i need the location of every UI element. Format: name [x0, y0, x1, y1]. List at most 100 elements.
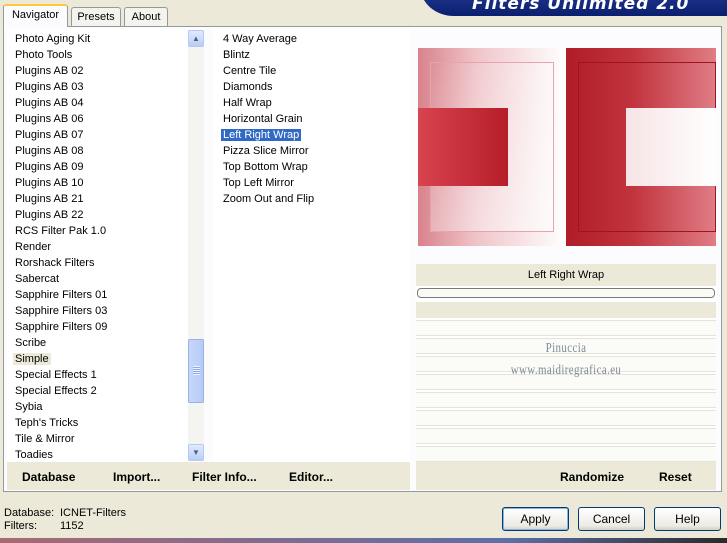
category-item[interactable]: Plugins AB 02	[7, 63, 204, 79]
chevron-down-icon[interactable]: ▼	[188, 444, 204, 461]
parameter-row	[416, 446, 716, 462]
filters-count: 1152	[60, 520, 84, 532]
apply-button[interactable]: Apply	[502, 507, 569, 531]
filter-item-label: Left Right Wrap	[221, 129, 302, 141]
category-item[interactable]: Sapphire Filters 09	[7, 319, 204, 335]
category-item[interactable]: Special Effects 1	[7, 367, 204, 383]
parameter-row	[416, 428, 716, 444]
randomize-button[interactable]: Randomize	[560, 470, 624, 484]
filter-item[interactable]: Horizontal Grain	[213, 111, 410, 127]
watermark: Pinuccia www.maidiregrafica.eu	[416, 338, 716, 382]
app-title: Filters Unlimited 2.0	[472, 0, 690, 14]
parameter-row	[416, 320, 716, 336]
category-item-label: Plugins AB 10	[15, 177, 84, 189]
right-link-bar: Randomize Reset	[416, 462, 716, 490]
category-item[interactable]: Plugins AB 21	[7, 191, 204, 207]
filter-item[interactable]: Pizza Slice Mirror	[213, 143, 410, 159]
category-item[interactable]: Rorshack Filters	[7, 255, 204, 271]
category-item[interactable]: Plugins AB 07	[7, 127, 204, 143]
left-link-bar: Database Import... Filter Info... Editor…	[7, 462, 410, 490]
category-item[interactable]: Sapphire Filters 03	[7, 303, 204, 319]
filter-item[interactable]: Half Wrap	[213, 95, 410, 111]
filter-name-label: Left Right Wrap	[416, 264, 716, 286]
database-button[interactable]: Database	[22, 470, 75, 484]
category-item[interactable]: Plugins AB 04	[7, 95, 204, 111]
category-item-label: Plugins AB 09	[15, 161, 84, 173]
category-item[interactable]: Sabercat	[7, 271, 204, 287]
category-item[interactable]: Plugins AB 10	[7, 175, 204, 191]
category-item[interactable]: Simple	[7, 351, 204, 367]
reset-button[interactable]: Reset	[659, 470, 692, 484]
watermark-url: www.maidiregrafica.eu	[510, 363, 622, 378]
category-item[interactable]: Render	[7, 239, 204, 255]
filter-item-label: Half Wrap	[223, 97, 272, 109]
preview-square	[626, 108, 716, 186]
import-button[interactable]: Import...	[113, 470, 160, 484]
category-list[interactable]: Photo Aging Kit Photo Tools Plugins AB 02 P…	[7, 29, 204, 462]
filter-item[interactable]: Centre Tile	[213, 63, 410, 79]
category-item[interactable]: Photo Aging Kit	[7, 31, 204, 47]
filters-label: Filters:	[4, 520, 37, 532]
category-scrollbar[interactable]: ▲ ▼	[188, 30, 204, 461]
category-item-label: Photo Aging Kit	[15, 33, 91, 45]
filter-info-button[interactable]: Filter Info...	[192, 470, 257, 484]
tab-about[interactable]: About	[124, 7, 168, 27]
category-item[interactable]: Scribe	[7, 335, 204, 351]
parameter-slider[interactable]	[417, 288, 715, 298]
filter-item[interactable]: 4 Way Average	[213, 31, 410, 47]
category-item-label: Sapphire Filters 01	[15, 289, 108, 301]
editor-button[interactable]: Editor...	[289, 470, 333, 484]
filter-item-label: Top Bottom Wrap	[223, 161, 308, 173]
filter-item[interactable]: Left Right Wrap	[213, 127, 410, 143]
category-item[interactable]: Sapphire Filters 01	[7, 287, 204, 303]
category-item[interactable]: Plugins AB 22	[7, 207, 204, 223]
filter-item-label: Horizontal Grain	[223, 113, 303, 125]
filter-list[interactable]: 4 Way Average Blintz Centre Tile Diamonds Ha…	[213, 29, 410, 462]
category-item[interactable]: Special Effects 2	[7, 383, 204, 399]
status-filters: Filters: 1152	[4, 520, 84, 533]
category-item[interactable]: Photo Tools	[7, 47, 204, 63]
category-item[interactable]: Plugins AB 03	[7, 79, 204, 95]
filter-item-label: Centre Tile	[223, 65, 277, 77]
category-item-label: Plugins AB 04	[15, 97, 84, 109]
database-value: ICNET-Filters	[60, 507, 126, 519]
category-item-label: Plugins AB 22	[15, 209, 84, 221]
filter-item[interactable]: Blintz	[213, 47, 410, 63]
category-item[interactable]: Plugins AB 06	[7, 111, 204, 127]
category-item-label: Sybia	[15, 401, 43, 413]
category-item[interactable]: Plugins AB 08	[7, 143, 204, 159]
category-item-label: Plugins AB 08	[15, 145, 84, 157]
category-item-label: Special Effects 2	[15, 385, 97, 397]
watermark-name: Pinuccia	[545, 341, 587, 356]
category-item-label: Plugins AB 07	[15, 129, 84, 141]
scrollbar-thumb[interactable]	[188, 339, 204, 403]
category-item-label: Teph's Tricks	[15, 417, 79, 429]
tab-presets[interactable]: Presets	[71, 7, 121, 27]
category-item[interactable]: Sybia	[7, 399, 204, 415]
help-button[interactable]: Help	[654, 507, 721, 531]
category-item-label: Simple	[13, 353, 51, 365]
filter-item[interactable]: Top Left Mirror	[213, 175, 410, 191]
filter-item[interactable]: Zoom Out and Flip	[213, 191, 410, 207]
category-item[interactable]: Teph's Tricks	[7, 415, 204, 431]
filter-item[interactable]: Diamonds	[213, 79, 410, 95]
category-item-label: RCS Filter Pak 1.0	[15, 225, 107, 237]
preview-square	[418, 108, 508, 186]
category-item[interactable]: Toadies	[7, 447, 204, 462]
filter-item-label: Diamonds	[223, 81, 273, 93]
category-item-label: Rorshack Filters	[15, 257, 95, 269]
filter-item-label: Zoom Out and Flip	[223, 193, 315, 205]
cancel-button[interactable]: Cancel	[578, 507, 645, 531]
chevron-up-icon[interactable]: ▲	[188, 30, 204, 47]
category-item-label: Sapphire Filters 09	[15, 321, 108, 333]
filter-item[interactable]: Top Bottom Wrap	[213, 159, 410, 175]
tab-navigator[interactable]: Navigator	[3, 4, 68, 27]
category-item[interactable]: RCS Filter Pak 1.0	[7, 223, 204, 239]
category-item-label: Scribe	[15, 337, 47, 349]
preview-left-half	[418, 48, 566, 246]
grip-icon	[193, 366, 200, 375]
category-item-label: Sapphire Filters 03	[15, 305, 108, 317]
category-item[interactable]: Tile & Mirror	[7, 431, 204, 447]
category-item[interactable]: Plugins AB 09	[7, 159, 204, 175]
category-item-label: Plugins AB 21	[15, 193, 84, 205]
